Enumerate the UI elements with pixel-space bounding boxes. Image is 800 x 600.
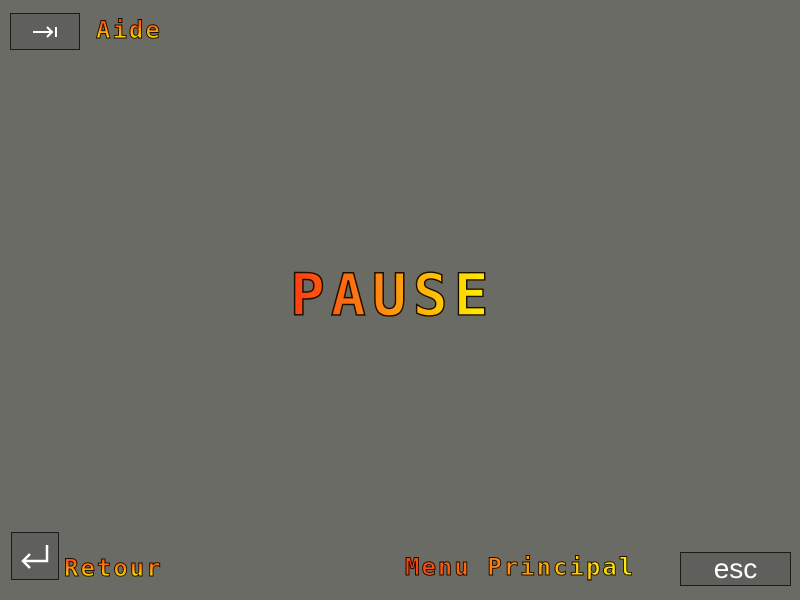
pause-screen: Aide PAUSE Retour Menu Principal esc [0,0,800,600]
main-menu-label[interactable]: Menu Principal [404,555,635,580]
esc-key-button[interactable]: esc [680,552,791,586]
back-key-button[interactable] [11,532,59,580]
esc-key-label: esc [713,553,758,584]
enter-return-icon [21,545,49,569]
back-label[interactable]: Retour [64,556,163,581]
help-key-button[interactable] [10,13,80,50]
tab-arrow-icon [33,25,57,38]
help-label[interactable]: Aide [96,18,162,43]
pause-title: PAUSE [289,261,495,329]
